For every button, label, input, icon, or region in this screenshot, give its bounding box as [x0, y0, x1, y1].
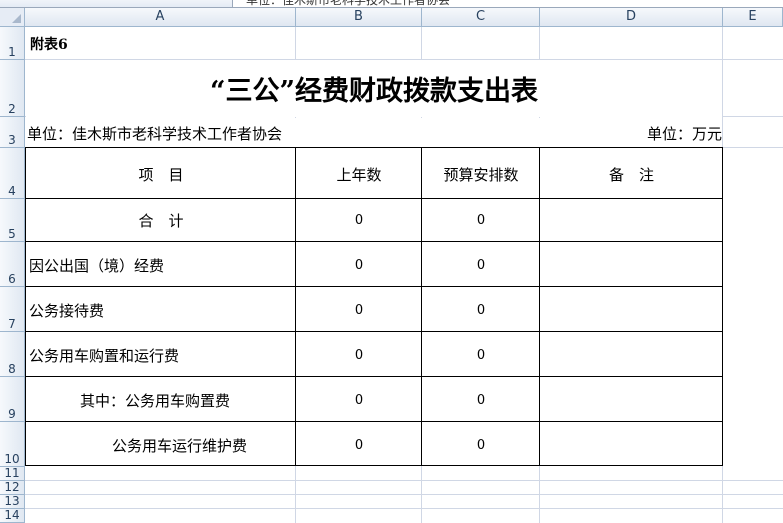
header-item[interactable]: 项 目: [26, 149, 296, 199]
column-header-a[interactable]: A: [25, 8, 296, 27]
select-all-triangle-icon: [12, 14, 21, 23]
header-note[interactable]: 备 注: [540, 149, 723, 199]
row-label-overseas[interactable]: 因公出国（境）经费: [29, 243, 295, 287]
row-label-vehicles[interactable]: 公务用车购置和运行费: [29, 333, 295, 377]
header-budget[interactable]: 预算安排数: [422, 149, 540, 199]
row-header-1[interactable]: 1: [0, 27, 25, 60]
gridline: [25, 508, 783, 509]
cell-note[interactable]: [540, 378, 723, 422]
column-header-d[interactable]: D: [540, 8, 723, 27]
row-label-vehicle-operation[interactable]: 公务用车运行维护费: [112, 423, 295, 467]
row-header-10[interactable]: 10: [0, 422, 25, 467]
gridline: [25, 480, 783, 481]
select-all-button[interactable]: [0, 8, 25, 27]
annex-label[interactable]: 附表6: [30, 27, 290, 60]
name-box[interactable]: [0, 0, 233, 7]
cell-budget[interactable]: 0: [422, 243, 540, 287]
column-header-e[interactable]: E: [723, 8, 783, 27]
gridline: [25, 494, 783, 495]
cell-note[interactable]: [540, 288, 723, 332]
row-header-6[interactable]: 6: [0, 242, 25, 287]
cell-note[interactable]: [540, 333, 723, 377]
row-label-vehicle-purchase[interactable]: 其中：公务用车购置费: [80, 378, 295, 422]
cell-budget[interactable]: 0: [422, 423, 540, 467]
header-last-year[interactable]: 上年数: [296, 149, 422, 199]
cell-note[interactable]: [540, 423, 723, 467]
cell-last-year[interactable]: 0: [296, 333, 422, 377]
row-header-2[interactable]: 2: [0, 60, 25, 117]
cell-budget[interactable]: 0: [422, 199, 540, 242]
column-header-c[interactable]: C: [422, 8, 540, 27]
row-header-9[interactable]: 9: [0, 377, 25, 422]
cell-last-year[interactable]: 0: [296, 243, 422, 287]
formula-bar[interactable]: 单位：佳木斯市老科学技术工作者协会: [0, 0, 783, 8]
row-header-7[interactable]: 7: [0, 287, 25, 332]
row-header-4[interactable]: 4: [0, 148, 25, 199]
row-header-3[interactable]: 3: [0, 117, 25, 148]
row-header-13[interactable]: 13: [0, 494, 25, 509]
cell-budget[interactable]: 0: [422, 288, 540, 332]
cell-note[interactable]: [540, 199, 723, 242]
row-label-reception[interactable]: 公务接待费: [29, 288, 295, 332]
cell-last-year[interactable]: 0: [296, 378, 422, 422]
row-header-11[interactable]: 11: [0, 466, 25, 481]
unit-currency[interactable]: 单位：万元: [560, 118, 722, 148]
row-header-5[interactable]: 5: [0, 199, 25, 242]
column-header-b[interactable]: B: [296, 8, 422, 27]
row-header-12[interactable]: 12: [0, 480, 25, 495]
table-border: [25, 147, 723, 148]
row-header-8[interactable]: 8: [0, 332, 25, 377]
row-label-total[interactable]: 合 计: [26, 199, 296, 242]
cell-note[interactable]: [540, 243, 723, 287]
cell-budget[interactable]: 0: [422, 378, 540, 422]
unit-organization[interactable]: 单位：佳木斯市老科学技术工作者协会: [27, 118, 547, 148]
cell-last-year[interactable]: 0: [296, 423, 422, 467]
cell-last-year[interactable]: 0: [296, 288, 422, 332]
sheet-title[interactable]: “三公”经费财政拨款支出表: [26, 60, 722, 117]
row-header-14[interactable]: 14: [0, 508, 25, 523]
formula-content[interactable]: 单位：佳木斯市老科学技术工作者协会: [246, 0, 450, 7]
cell-budget[interactable]: 0: [422, 333, 540, 377]
cell-last-year[interactable]: 0: [296, 199, 422, 242]
